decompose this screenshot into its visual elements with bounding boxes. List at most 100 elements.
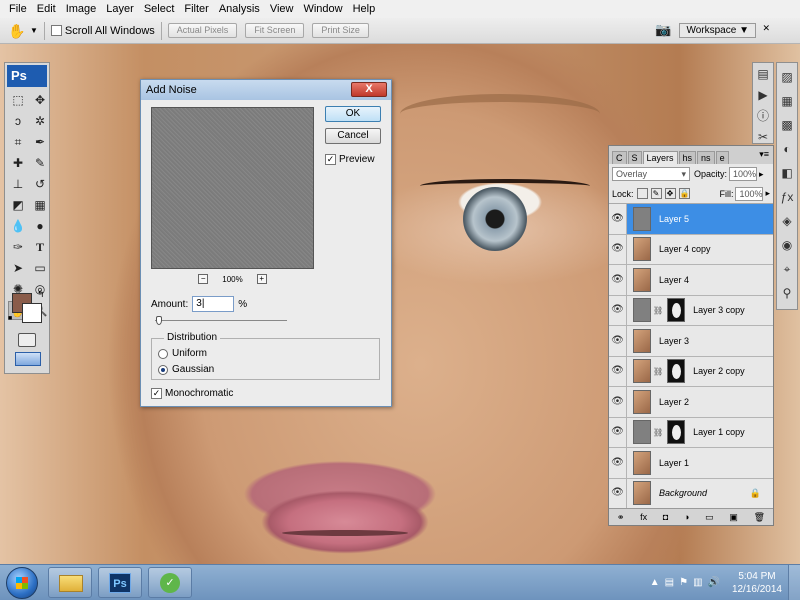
network-icon[interactable]: ▥ [693, 577, 702, 588]
blend-mode-select[interactable]: Overlay ▾ [612, 167, 690, 181]
adjustments-panel-icon[interactable]: ◐ [777, 139, 797, 159]
layer-row[interactable]: 👁 Layer 2 [609, 386, 773, 418]
layer-mask-thumbnail[interactable] [667, 359, 686, 384]
tab-layers[interactable]: Layers [642, 151, 678, 164]
tray-arrow-icon[interactable]: ▲ [650, 577, 660, 588]
actual-pixels-button[interactable]: Actual Pixels [167, 23, 238, 38]
brush-tool-icon[interactable]: ✎ [30, 154, 50, 173]
new-adjustment-layer-icon[interactable]: ◑ [684, 512, 689, 522]
amount-slider[interactable] [155, 316, 287, 325]
tab-ns[interactable]: ns [697, 151, 715, 164]
layer-row[interactable]: 👁 Layer 4 copy [609, 234, 773, 265]
add-mask-icon[interactable]: ◘ [663, 512, 668, 522]
healing-brush-tool-icon[interactable]: ✚ [8, 154, 28, 173]
info-panel-icon[interactable]: ⓘ [753, 106, 773, 126]
lock-transparent-icon[interactable] [636, 188, 648, 199]
swap-colors-icon[interactable]: ↰ [37, 289, 45, 300]
eyedropper-tool-icon[interactable]: ✒ [30, 133, 50, 152]
tool-presets-panel-icon[interactable]: ✂ [753, 127, 773, 147]
layer-row[interactable]: 👁 ⛓ Layer 2 copy [609, 356, 773, 387]
magic-wand-tool-icon[interactable]: ✲ [30, 112, 50, 131]
menu-help[interactable]: Help [348, 0, 381, 18]
eye-icon[interactable]: 👁 [609, 234, 627, 265]
clock[interactable]: 5:04 PM 12/16/2014 [732, 570, 782, 596]
menu-image[interactable]: Image [61, 0, 102, 18]
move-tool-icon[interactable]: ✥ [30, 91, 50, 110]
delete-layer-icon[interactable]: 🗑 [754, 512, 765, 523]
menu-view[interactable]: View [265, 0, 299, 18]
menu-select[interactable]: Select [139, 0, 180, 18]
panel-menu-icon[interactable]: ▾≡ [759, 149, 769, 160]
link-layers-icon[interactable]: ⚭ [617, 512, 625, 523]
layer-row[interactable]: 👁 Background 🔒 [609, 478, 773, 509]
tab-hs[interactable]: hs [678, 151, 697, 164]
path-selection-tool-icon[interactable]: ➤ [8, 259, 28, 278]
history-panel-icon[interactable]: ▤ [753, 64, 773, 84]
tab-e[interactable]: e [715, 151, 729, 164]
gaussian-radio[interactable]: Gaussian [158, 364, 214, 375]
layer-row[interactable]: 👁 Layer 3 [609, 325, 773, 357]
default-colors-icon[interactable]: ■ [8, 315, 12, 322]
fill-input[interactable]: 100% [735, 186, 764, 201]
menu-filter[interactable]: Filter [179, 0, 213, 18]
hand-tool-icon[interactable]: ✋ [8, 22, 26, 40]
tab-c[interactable]: C [612, 151, 627, 164]
gradient-tool-icon[interactable]: ▦ [30, 196, 50, 215]
eye-icon[interactable]: 👁 [609, 386, 627, 417]
ok-button[interactable]: OK [325, 106, 381, 122]
lasso-tool-icon[interactable]: ↄ [8, 112, 28, 131]
zoom-out-button[interactable]: − [198, 274, 209, 284]
eye-icon[interactable]: 👁 [609, 325, 627, 356]
layer-mask-thumbnail[interactable] [667, 420, 686, 445]
pen-tool-icon[interactable]: ✑ [8, 238, 28, 257]
color-panel-icon[interactable]: ▨ [777, 67, 797, 87]
show-desktop-button[interactable] [788, 565, 800, 600]
menu-analysis[interactable]: Analysis [214, 0, 265, 18]
eye-icon[interactable]: 👁 [609, 356, 627, 387]
amount-slider-thumb[interactable] [155, 316, 162, 325]
swatches-panel-icon[interactable]: ▦ [777, 91, 797, 111]
layer-row[interactable]: 👁 Layer 4 [609, 264, 773, 296]
layer-style-icon[interactable]: fx [640, 512, 647, 522]
chain-link-icon[interactable]: ⛓ [653, 428, 663, 437]
close-panel-icon[interactable]: ✕ [762, 23, 770, 34]
opacity-input[interactable]: 100% [729, 167, 758, 181]
screen-mode-button[interactable] [15, 352, 41, 366]
taskbar-photoshop-button[interactable]: Ps [98, 567, 142, 598]
start-button[interactable] [6, 567, 38, 599]
action-center-icon[interactable]: ⚑ [679, 577, 688, 588]
channels-panel-icon[interactable]: ◉ [777, 235, 797, 255]
effects-panel-icon[interactable]: ƒx [777, 187, 797, 207]
taskbar-explorer-button[interactable] [48, 567, 92, 598]
clone-stamp-tool-icon[interactable]: ⊥ [8, 175, 28, 194]
layer-mask-thumbnail[interactable] [667, 298, 686, 323]
tab-s[interactable]: S [627, 151, 642, 164]
dialog-titlebar[interactable]: Add Noise X [141, 80, 391, 100]
zoom-in-button[interactable]: + [256, 274, 267, 284]
background-color-swatch[interactable] [22, 303, 42, 323]
scroll-all-windows-checkbox[interactable]: Scroll All Windows [50, 25, 155, 37]
fit-screen-button[interactable]: Fit Screen [245, 23, 305, 38]
lock-image-icon[interactable]: ✎ [650, 188, 662, 199]
eye-icon[interactable]: 👁 [609, 264, 627, 295]
eye-icon[interactable]: 👁 [609, 447, 627, 478]
print-size-button[interactable]: Print Size [312, 23, 369, 38]
noise-preview[interactable] [151, 107, 314, 269]
eye-icon[interactable]: 👁 [609, 417, 627, 448]
clone-source-panel-icon[interactable]: ⚲ [777, 283, 797, 303]
blur-tool-icon[interactable]: 💧 [8, 217, 28, 236]
uniform-radio[interactable]: Uniform [158, 348, 207, 359]
eye-icon[interactable]: 👁 [609, 203, 627, 234]
menu-file[interactable]: File [4, 0, 32, 18]
rectangle-tool-icon[interactable]: ▭ [30, 259, 50, 278]
layers-panel-icon[interactable]: ◈ [777, 211, 797, 231]
eraser-tool-icon[interactable]: ◩ [8, 196, 28, 215]
tray-app-icon[interactable]: ▤ [665, 577, 674, 588]
fill-arrow-icon[interactable]: ▸ [765, 188, 770, 199]
layer-row[interactable]: 👁 ⛓ Layer 1 copy [609, 417, 773, 448]
actions-panel-icon[interactable]: ▶ [753, 85, 773, 105]
masks-panel-icon[interactable]: ◧ [777, 163, 797, 183]
layer-row[interactable]: 👁 ⛓ Layer 3 copy [609, 295, 773, 326]
lock-all-icon[interactable]: 🔒 [678, 188, 690, 199]
quick-mask-button[interactable] [18, 333, 36, 347]
